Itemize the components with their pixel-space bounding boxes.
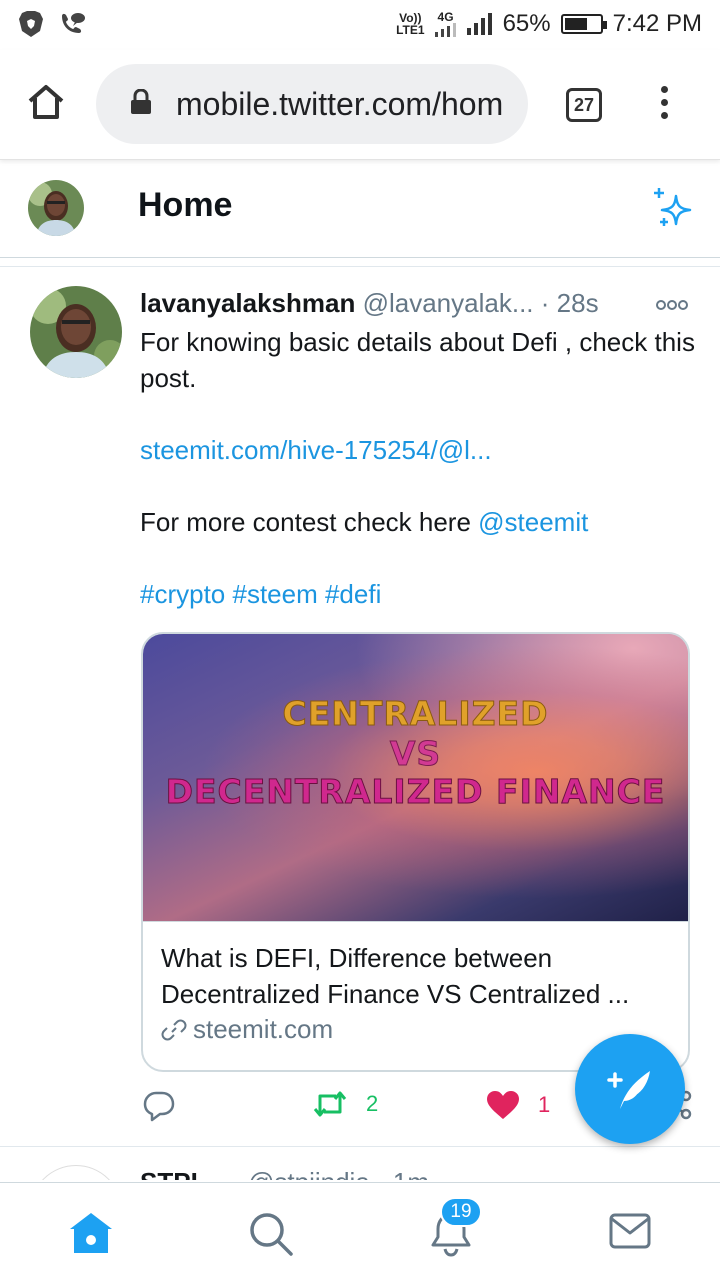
tweet-avatar[interactable] — [30, 286, 122, 378]
lock-icon — [130, 87, 152, 120]
handle[interactable]: @lavanyalak... — [363, 288, 534, 318]
compose-feather-icon — [607, 1071, 650, 1109]
card-domain: steemit.com — [161, 1014, 670, 1045]
more-horizontal-icon[interactable] — [656, 298, 688, 316]
tweet-time[interactable]: 28s — [557, 288, 599, 318]
card-image-text: DECENTRALIZED FINANCE — [165, 772, 666, 812]
status-bar: Vo)) LTE1 4G 65% 7:42 PM — [0, 0, 720, 50]
compose-tweet-button[interactable] — [575, 1034, 685, 1144]
more-vertical-icon[interactable] — [656, 86, 672, 125]
sparkle-icon[interactable] — [650, 186, 694, 235]
clock: 7:42 PM — [612, 10, 702, 37]
browser-toolbar: mobile.twitter.com/hom 27 — [0, 50, 720, 160]
volte-label: Vo)) LTE1 — [396, 11, 425, 37]
card-image: CENTRALIZED VS DECENTRALIZED FINANCE — [143, 634, 688, 922]
tweet-link[interactable]: steemit.com/hive-175254/@l... — [140, 435, 492, 465]
signal-icon — [466, 13, 492, 35]
next-tweet[interactable]: STPI @stpiindia · 1m — [0, 1147, 720, 1180]
tweet-text-line: For knowing basic details about Defi , c… — [140, 327, 695, 393]
messages-envelope-icon[interactable] — [608, 1211, 652, 1256]
network-type-label: 4G — [437, 10, 454, 24]
divider — [0, 266, 720, 267]
tweet-text-line: For more contest check here — [140, 507, 479, 537]
like-count: 1 — [538, 1092, 551, 1117]
card-image-text: VS — [389, 734, 442, 774]
twitter-header: Home — [0, 160, 720, 258]
search-icon[interactable] — [248, 1211, 294, 1262]
tabs-button[interactable]: 27 — [566, 88, 602, 122]
avatar[interactable] — [28, 180, 84, 236]
address-bar[interactable]: mobile.twitter.com/hom — [96, 64, 528, 144]
battery-icon — [560, 14, 607, 34]
like-button[interactable]: 1 — [486, 1090, 550, 1120]
link-preview-card[interactable]: CENTRALIZED VS DECENTRALIZED FINANCE Wha… — [141, 632, 690, 1072]
home-icon[interactable] — [24, 80, 68, 129]
home-icon[interactable] — [68, 1211, 114, 1260]
retweet-icon — [313, 1091, 347, 1117]
link-icon — [161, 1019, 187, 1040]
next-tweet-avatar[interactable] — [30, 1165, 122, 1180]
battery-percent: 65% — [502, 10, 551, 37]
card-title: What is DEFI, Difference between Decentr… — [161, 943, 630, 1009]
card-image-text: CENTRALIZED — [282, 694, 549, 734]
tweet-header: lavanyalakshman @lavanyalak... · 28s — [140, 288, 690, 319]
mention-link[interactable]: @steemit — [478, 507, 588, 537]
page-title: Home — [138, 186, 233, 224]
tweet-meta: @stpiindia · 1m — [248, 1167, 429, 1180]
heart-icon — [487, 1091, 519, 1119]
notification-badge: 19 — [440, 1197, 482, 1227]
bottom-navigation: 19 — [0, 1182, 720, 1280]
reply-icon — [143, 1091, 175, 1122]
retweet-button[interactable]: 2 — [312, 1090, 378, 1118]
card-domain-text: steemit.com — [193, 1014, 334, 1044]
separator: · — [540, 288, 550, 318]
brave-lion-icon — [18, 10, 44, 43]
tweet-text: For knowing basic details about Defi , c… — [140, 324, 700, 648]
reply-button[interactable] — [142, 1090, 176, 1122]
battery-level — [564, 18, 587, 30]
retweet-count: 2 — [366, 1091, 379, 1116]
signal-bars-icon — [434, 23, 456, 37]
tweet[interactable]: lavanyalakshman @lavanyalak... · 28s For… — [0, 268, 720, 1146]
display-name[interactable]: lavanyalakshman — [140, 288, 355, 318]
hashtags[interactable]: #crypto #steem #defi — [140, 579, 381, 609]
display-name[interactable]: STPI — [140, 1167, 198, 1180]
wifi-call-icon — [58, 10, 86, 43]
url-text: mobile.twitter.com/hom — [176, 85, 504, 122]
